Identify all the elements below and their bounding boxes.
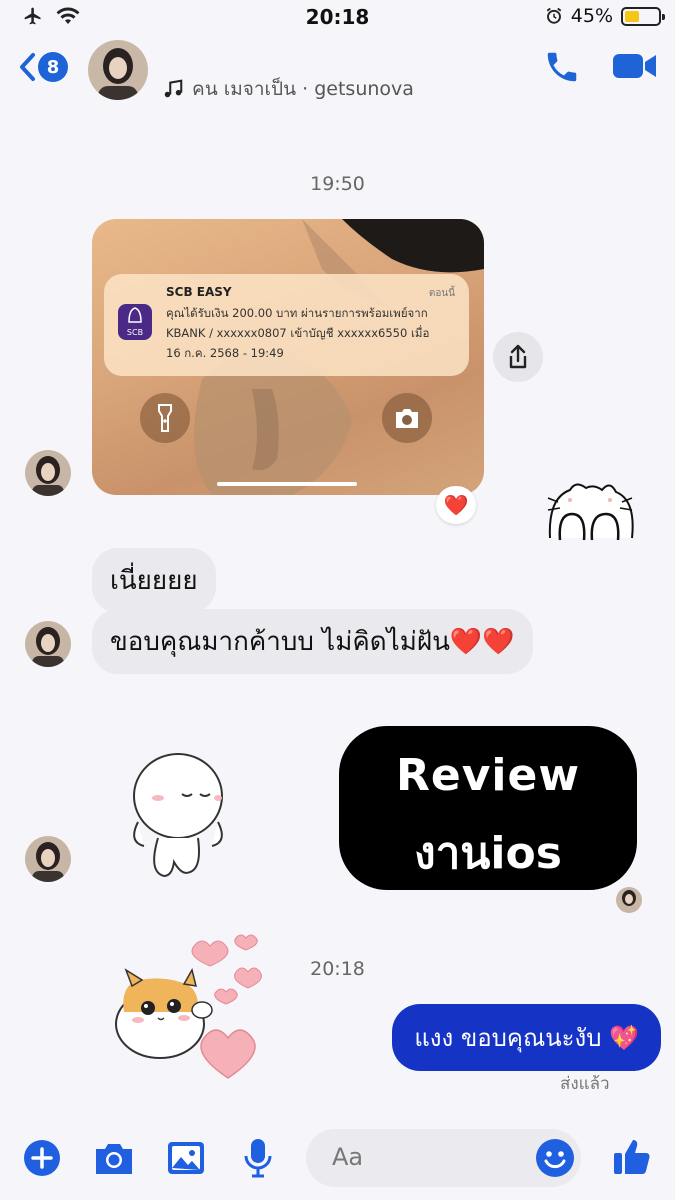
outgoing-message[interactable]: แงง ขอบคุณนะงับ 💖 [392,1004,661,1071]
status-bar: 20:18 45% [0,0,675,34]
emoji-icon [544,1151,566,1169]
plus-icon [24,1140,60,1176]
gallery-button[interactable] [167,1140,205,1180]
notification-time: ตอนนี้ [428,288,455,299]
status-right: 45% [545,5,665,27]
scb-app-icon: SCB [118,304,152,340]
ghost-sticker[interactable] [128,752,228,884]
music-note-icon [164,79,183,98]
back-button[interactable]: 8 [18,52,68,82]
call-button[interactable] [543,48,581,90]
heart-reaction[interactable]: ❤️ [436,486,476,524]
bank-notification: SCB SCB EASY ตอนนี้ คุณได้รับเงิน 200.00… [104,274,469,376]
like-button[interactable] [612,1136,652,1180]
share-icon [509,344,527,369]
share-button[interactable] [493,332,543,382]
microphone-icon [244,1139,272,1178]
chat-header: 8 คน เมจาเป็น · getsunova [0,34,675,106]
incoming-message[interactable]: เนี่ยยยย [92,548,216,613]
back-chevron-icon [20,53,35,81]
notification-body: คุณได้รับเงิน 200.00 บาท ผ่านรายการพร้อม… [166,303,462,363]
now-playing[interactable]: คน เมจาเป็น · getsunova [162,74,414,104]
camera-icon [96,1144,132,1174]
notification-line: คุณได้รับเงิน 200.00 บาท ผ่านรายการพร้อม… [166,306,428,320]
cat-hearts-sticker[interactable] [110,928,270,1086]
camera-button[interactable] [94,1140,134,1180]
scb-icon-label: SCB [126,328,144,337]
thumbs-up-icon [614,1140,650,1174]
read-receipt-avatar [616,887,642,913]
video-icon [613,54,656,78]
home-indicator [217,482,357,486]
review-title: Review [396,750,580,801]
battery-level [625,10,640,22]
notification-line: KBANK / xxxxxx0807 เข้าบัญชี xxxxxx6550 … [166,326,430,340]
cat-sticker[interactable] [540,478,640,566]
contact-avatar[interactable] [88,40,148,100]
sender-avatar[interactable] [25,621,71,667]
sender-avatar[interactable] [25,836,71,882]
plus-button[interactable] [24,1140,60,1180]
emoji-button[interactable] [536,1139,574,1177]
sender-avatar[interactable] [25,450,71,496]
gallery-icon [168,1142,204,1174]
camera-shortcut-icon [382,393,432,443]
video-call-button[interactable] [612,50,658,86]
notification-app-name: SCB EASY [166,285,232,299]
image-message[interactable]: SCB SCB EASY ตอนนี้ คุณได้รับเงิน 200.00… [92,219,484,495]
review-subtitle: งานios [414,828,562,879]
now-playing-text: คน เมจาเป็น · getsunova [192,78,414,100]
unread-badge: 8 [38,52,68,82]
phone-icon [547,52,577,82]
notification-line: 16 ก.ค. 2568 - 19:49 [166,346,284,360]
sent-status: ส่งแล้ว [560,1074,610,1094]
alarm-icon [546,7,562,24]
flashlight-icon [140,393,190,443]
battery-percent: 45% [570,5,613,27]
timestamp: 19:50 [310,173,365,195]
timestamp: 20:18 [310,958,365,980]
review-overlay: Review งานios [339,726,637,890]
message-input[interactable]: Aa [306,1129,581,1187]
incoming-message[interactable]: ขอบคุณมากค้าบบ ไม่คิดไม่ฝัน❤️❤️ [92,609,533,674]
battery-icon [621,6,665,26]
composer-bar: Aa [0,1120,675,1200]
microphone-button[interactable] [243,1138,273,1182]
message-placeholder: Aa [332,1143,364,1171]
